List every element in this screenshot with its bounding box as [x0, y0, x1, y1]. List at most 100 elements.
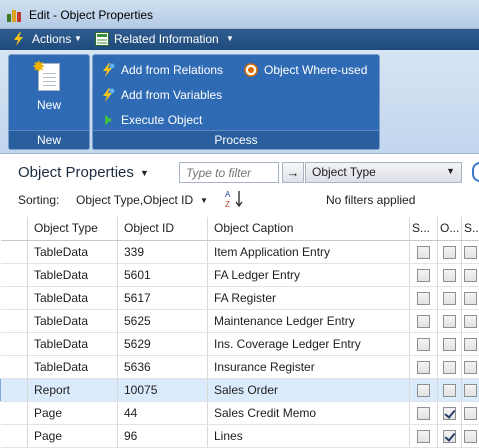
checkbox[interactable]: [443, 338, 456, 351]
column-header-s1[interactable]: S...: [410, 217, 438, 240]
checkbox[interactable]: [417, 246, 430, 259]
checkbox[interactable]: [443, 407, 456, 420]
cell-object-type: TableData: [28, 286, 118, 309]
checkbox[interactable]: [464, 430, 477, 443]
column-header-s2[interactable]: S...: [462, 217, 479, 240]
row-selector[interactable]: [1, 401, 28, 424]
actions-menu[interactable]: Actions ▼: [12, 29, 78, 50]
lightning-icon: [101, 88, 115, 102]
svg-text:A: A: [225, 190, 231, 199]
object-properties-table: Object Type Object ID Object Caption S..…: [0, 217, 479, 448]
cell-checkbox-c1: [410, 401, 438, 424]
checkbox[interactable]: [417, 338, 430, 351]
checkbox[interactable]: [417, 292, 430, 305]
column-header-object-id[interactable]: Object ID: [118, 217, 208, 240]
cell-checkbox-c3: [462, 263, 479, 286]
apply-filter-button[interactable]: →: [282, 162, 304, 183]
row-selector[interactable]: [1, 309, 28, 332]
star-icon: ✸: [32, 57, 45, 77]
cell-object-id: 339: [118, 240, 208, 263]
cell-checkbox-c2: [438, 286, 462, 309]
cell-checkbox-c1: [410, 263, 438, 286]
checkbox[interactable]: [417, 315, 430, 328]
cell-object-type: Page: [28, 424, 118, 447]
cell-checkbox-c3: [462, 378, 479, 401]
sorting-select[interactable]: Object Type,Object ID: [76, 193, 193, 207]
ribbon-group-process: Add from Relations Add from Variables Ex…: [92, 54, 380, 150]
table-row[interactable]: TableData5617FA Register: [1, 286, 479, 309]
cell-object-id: 5625: [118, 309, 208, 332]
checkbox[interactable]: [443, 430, 456, 443]
checkbox[interactable]: [464, 269, 477, 282]
add-from-variables-label: Add from Variables: [121, 86, 222, 104]
checkbox[interactable]: [464, 246, 477, 259]
new-button[interactable]: ✸ New: [14, 55, 84, 131]
cell-checkbox-c1: [410, 286, 438, 309]
column-header-o[interactable]: O...: [438, 217, 462, 240]
table-row[interactable]: Page44Sales Credit Memo: [1, 401, 479, 424]
checkbox[interactable]: [464, 315, 477, 328]
checkbox[interactable]: [443, 315, 456, 328]
row-selector[interactable]: [1, 263, 28, 286]
checkbox[interactable]: [464, 361, 477, 374]
table-row[interactable]: TableData5625Maintenance Ledger Entry: [1, 309, 479, 332]
page-title[interactable]: Object Properties: [18, 164, 134, 181]
object-where-used-label: Object Where-used: [264, 61, 367, 79]
cell-object-id: 44: [118, 401, 208, 424]
column-header-object-type[interactable]: Object Type: [28, 217, 118, 240]
cell-checkbox-c2: [438, 378, 462, 401]
ribbon-group-new: ✸ New New: [8, 54, 90, 150]
checkbox[interactable]: [464, 384, 477, 397]
table-row[interactable]: Report10075Sales Order: [1, 378, 479, 401]
cell-checkbox-c3: [462, 240, 479, 263]
chevron-down-icon[interactable]: ▼: [140, 168, 149, 178]
app-icon: [7, 8, 23, 22]
cell-object-type: TableData: [28, 240, 118, 263]
checkbox[interactable]: [443, 246, 456, 259]
cell-checkbox-c1: [410, 309, 438, 332]
cell-checkbox-c2: [438, 332, 462, 355]
cell-checkbox-c3: [462, 309, 479, 332]
filter-input[interactable]: [179, 162, 279, 183]
cell-checkbox-c1: [410, 332, 438, 355]
checkbox[interactable]: [417, 430, 430, 443]
related-information-menu[interactable]: Related Information ▼: [95, 29, 235, 50]
table-row[interactable]: TableData5636Insurance Register: [1, 355, 479, 378]
row-selector[interactable]: [1, 378, 28, 401]
cell-checkbox-c3: [462, 332, 479, 355]
checkbox[interactable]: [464, 407, 477, 420]
cell-checkbox-c2: [438, 240, 462, 263]
table-row[interactable]: TableData5629Ins. Coverage Ledger Entry: [1, 332, 479, 355]
cell-object-caption: Insurance Register: [208, 355, 410, 378]
checkbox[interactable]: [464, 338, 477, 351]
checkbox[interactable]: [417, 269, 430, 282]
row-selector[interactable]: [1, 286, 28, 309]
row-selector[interactable]: [1, 240, 28, 263]
filter-field-select[interactable]: Object Type ▼: [305, 162, 462, 183]
cell-checkbox-c2: [438, 263, 462, 286]
checkbox[interactable]: [443, 384, 456, 397]
table-row[interactable]: TableData339Item Application Entry: [1, 240, 479, 263]
chevron-down-icon[interactable]: ▼: [200, 196, 208, 205]
page-header: Object Properties ▼ → Object Type ▼ Sort…: [0, 155, 479, 215]
checkbox[interactable]: [417, 407, 430, 420]
checkbox[interactable]: [417, 384, 430, 397]
checkbox[interactable]: [464, 292, 477, 305]
sort-ascending-icon[interactable]: A Z: [224, 189, 246, 209]
cell-object-type: TableData: [28, 263, 118, 286]
cell-checkbox-c1: [410, 240, 438, 263]
checkbox[interactable]: [443, 361, 456, 374]
table-row[interactable]: Page96Lines: [1, 424, 479, 447]
row-selector[interactable]: [1, 332, 28, 355]
checkbox[interactable]: [443, 269, 456, 282]
ribbon-group-process-label: Process: [93, 130, 379, 149]
row-selector[interactable]: [1, 355, 28, 378]
checkbox[interactable]: [417, 361, 430, 374]
help-icon[interactable]: [472, 162, 479, 182]
checkbox[interactable]: [443, 292, 456, 305]
column-header-object-caption[interactable]: Object Caption: [208, 217, 410, 240]
table-row[interactable]: TableData5601FA Ledger Entry: [1, 263, 479, 286]
row-selector[interactable]: [1, 424, 28, 447]
table-icon: [95, 32, 109, 46]
cell-checkbox-c2: [438, 355, 462, 378]
